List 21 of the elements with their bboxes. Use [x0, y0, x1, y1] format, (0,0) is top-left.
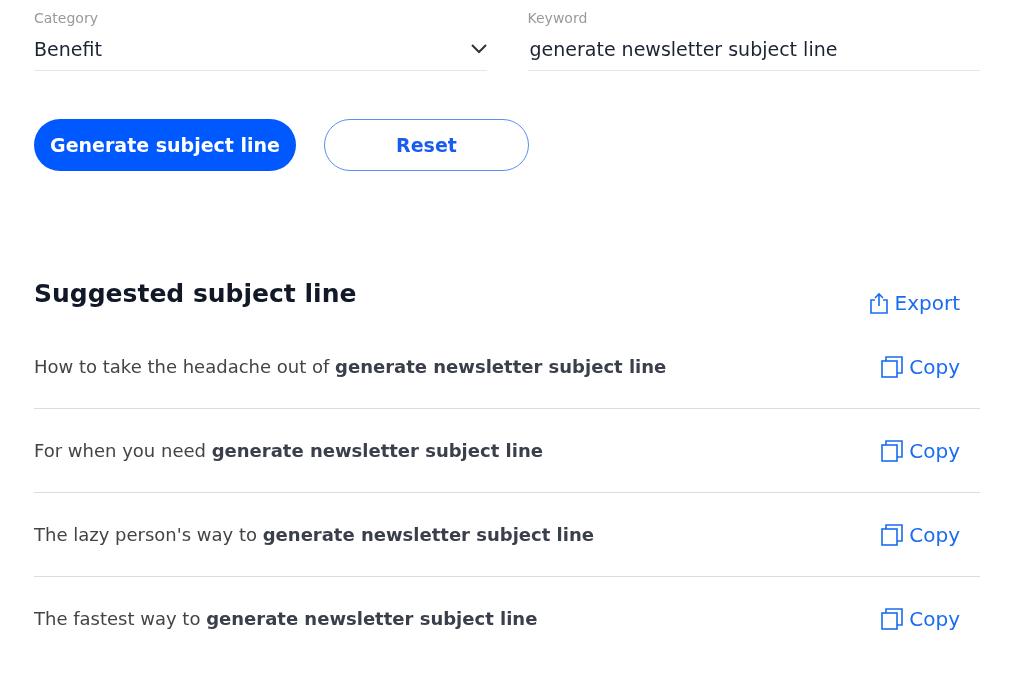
subject-line-text: For when you need generate newsletter subject line: [34, 440, 543, 461]
copy-icon: [881, 523, 904, 546]
chevron-down-icon: [470, 44, 487, 54]
generate-button[interactable]: Generate subject line: [34, 119, 296, 171]
copy-icon: [881, 607, 904, 630]
category-dropdown[interactable]: Benefit: [34, 34, 487, 71]
field-label: Keyword: [527, 10, 589, 26]
copy-link[interactable]: Copy: [881, 606, 960, 631]
copy-link[interactable]: Copy: [881, 438, 960, 463]
copy-icon: [881, 355, 904, 378]
subject-line-text: How to take the headache out of generate newsletter subject line: [34, 356, 667, 377]
copy-link[interactable]: Copy: [881, 522, 960, 547]
subject-line-text: The fastest way to generate newsletter subject line: [34, 608, 538, 629]
export-link[interactable]: Export: [868, 291, 960, 315]
subject-line-text: The lazy person's way to generate newsletter subject line: [34, 524, 594, 545]
field-label: Category: [34, 10, 99, 26]
share-icon: [868, 292, 889, 314]
reset-button[interactable]: Reset: [324, 119, 529, 171]
copy-icon: [881, 439, 904, 462]
copy-link[interactable]: Copy: [881, 354, 960, 379]
section-title: Suggested subject line: [34, 279, 357, 308]
